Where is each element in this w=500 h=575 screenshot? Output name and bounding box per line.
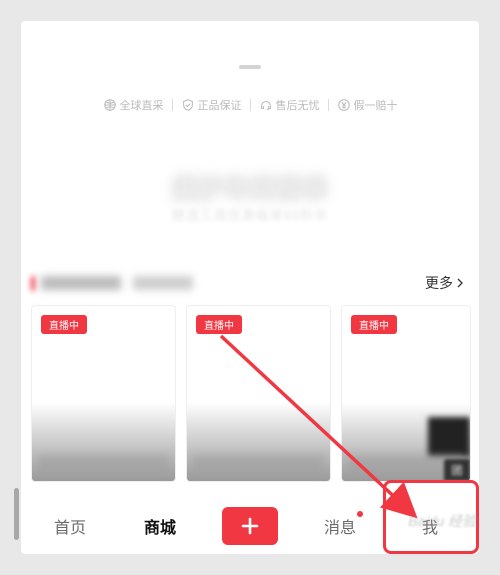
plus-icon (239, 515, 261, 537)
live-card[interactable]: 直播中 团 (341, 305, 471, 482)
section-header: 更多 (21, 269, 479, 297)
tab-mall[interactable]: 商城 (115, 499, 205, 552)
more-label: 更多 (425, 273, 453, 293)
accent-bar (31, 276, 35, 291)
live-badge: 直播中 (41, 315, 87, 334)
guarantee-item: 全球直采 (103, 97, 164, 113)
plus-button[interactable] (222, 507, 278, 545)
globe-icon (103, 98, 117, 112)
guarantee-label: 售后无忧 (276, 97, 320, 113)
notification-dot-icon (357, 511, 363, 517)
group-badge: 团 (444, 459, 470, 481)
tab-label: 消息 (324, 514, 356, 538)
carousel-indicator (239, 65, 261, 69)
more-button[interactable]: 更多 (425, 273, 465, 293)
live-badge: 直播中 (351, 315, 397, 334)
bottom-tabbar: 首页 商城 消息 我 (21, 499, 479, 554)
tab-home[interactable]: 首页 (25, 499, 115, 552)
headset-icon (259, 98, 273, 112)
guarantee-row: 全球直采 正品保证 售后无忧 假一赔十 (21, 97, 479, 113)
blurred-caption (193, 455, 324, 477)
yen-icon (337, 98, 351, 112)
tab-me[interactable]: 我 (385, 499, 475, 552)
hero-title: 美护年终榜单 (21, 169, 479, 206)
guarantee-item: 正品保证 (181, 97, 242, 113)
live-card[interactable]: 直播中 (186, 305, 331, 482)
guarantee-item: 售后无忧 (259, 97, 320, 113)
shield-icon (181, 98, 195, 112)
blurred-thumbnail (428, 417, 470, 457)
blurred-text (133, 276, 193, 290)
separator (250, 99, 251, 111)
chevron-right-icon (455, 275, 465, 291)
tab-messages[interactable]: 消息 (295, 499, 385, 552)
hero-subtitle: 精选三周优惠每单99秒杀 (21, 205, 479, 224)
section-title-blurred (31, 274, 193, 292)
live-card-row[interactable]: 直播中 直播中 直播中 团 (21, 297, 479, 496)
tab-create[interactable] (205, 499, 295, 552)
tab-label: 商城 (144, 514, 176, 538)
separator (172, 99, 173, 111)
tab-label: 首页 (54, 514, 86, 538)
blurred-caption (38, 455, 169, 477)
live-card[interactable]: 直播中 (31, 305, 176, 482)
page-edge-hint (14, 488, 19, 540)
tab-label: 我 (422, 514, 438, 538)
guarantee-label: 假一赔十 (354, 97, 398, 113)
guarantee-label: 正品保证 (198, 97, 242, 113)
live-badge: 直播中 (196, 315, 242, 334)
blurred-text (41, 276, 121, 290)
guarantee-item: 假一赔十 (337, 97, 398, 113)
separator (328, 99, 329, 111)
guarantee-label: 全球直采 (120, 97, 164, 113)
hero-banner[interactable]: 全球直采 正品保证 售后无忧 假一赔十 美护年终榜单 精选三周优惠每单99秒杀 (21, 21, 479, 269)
app-screen: 全球直采 正品保证 售后无忧 假一赔十 美护年终榜单 精选三周优惠每单99秒杀 (21, 21, 479, 554)
